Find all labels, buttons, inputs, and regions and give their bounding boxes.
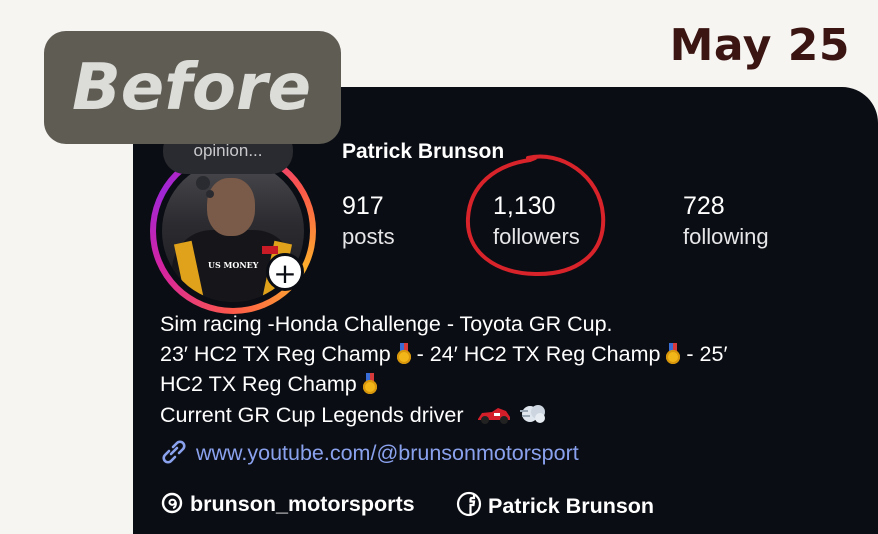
threads-icon bbox=[161, 492, 183, 514]
plus-icon: + bbox=[273, 257, 297, 290]
note-bubble-tail bbox=[196, 176, 210, 190]
facebook-icon bbox=[456, 491, 482, 517]
bio-text: Current GR Cup Legends driver bbox=[160, 403, 464, 427]
threads-handle[interactable]: brunson_motorsports bbox=[190, 492, 415, 516]
avatar-photo-patch bbox=[262, 246, 278, 254]
bio-line-3: HC2 TX Reg Champ bbox=[160, 372, 377, 397]
avatar-photo-sponsor-text: US MONEY bbox=[208, 260, 259, 270]
following-label[interactable]: following bbox=[683, 224, 769, 250]
bio-text: - 24′ HC2 TX Reg Champ bbox=[410, 342, 667, 366]
facebook-link[interactable]: Patrick Brunson bbox=[456, 491, 654, 519]
profile-link-text[interactable]: www.youtube.com/@brunsonmotorsport bbox=[196, 441, 579, 465]
followers-count[interactable]: 1,130 bbox=[493, 192, 556, 221]
bio-line-1: Sim racing -Honda Challenge - Toyota GR … bbox=[160, 312, 613, 337]
1st-place-medal-icon bbox=[396, 343, 411, 364]
1st-place-medal-icon bbox=[666, 343, 681, 364]
bio-text: Sim racing -Honda Challenge - Toyota GR … bbox=[160, 312, 613, 336]
dash-cloud-icon bbox=[519, 405, 545, 423]
before-badge-label: Before bbox=[72, 51, 311, 125]
profile-link[interactable]: www.youtube.com/@brunsonmotorsport bbox=[160, 440, 579, 466]
link-icon bbox=[162, 440, 186, 464]
bio-line-4: Current GR Cup Legends driver bbox=[160, 402, 548, 428]
following-count[interactable]: 728 bbox=[683, 192, 725, 221]
date-heading: May 25 bbox=[669, 20, 850, 71]
note-bubble-tail-small bbox=[206, 190, 214, 198]
threads-link[interactable]: brunson_motorsports bbox=[160, 491, 415, 517]
bio-line-2: 23′ HC2 TX Reg Champ - 24′ HC2 TX Reg Ch… bbox=[160, 342, 728, 367]
posts-label[interactable]: posts bbox=[342, 224, 395, 250]
bio-text: HC2 TX Reg Champ bbox=[160, 372, 363, 396]
race-car-icon bbox=[477, 408, 510, 424]
followers-label[interactable]: followers bbox=[493, 224, 580, 250]
1st-place-medal-icon bbox=[362, 373, 377, 394]
add-story-button[interactable]: + bbox=[266, 253, 304, 291]
facebook-name[interactable]: Patrick Brunson bbox=[488, 494, 654, 518]
posts-count[interactable]: 917 bbox=[342, 192, 384, 221]
bio-text: - 25′ bbox=[680, 342, 728, 366]
bio-text: 23′ HC2 TX Reg Champ bbox=[160, 342, 397, 366]
avatar-photo-face bbox=[207, 178, 255, 236]
profile-name: Patrick Brunson bbox=[342, 140, 505, 163]
